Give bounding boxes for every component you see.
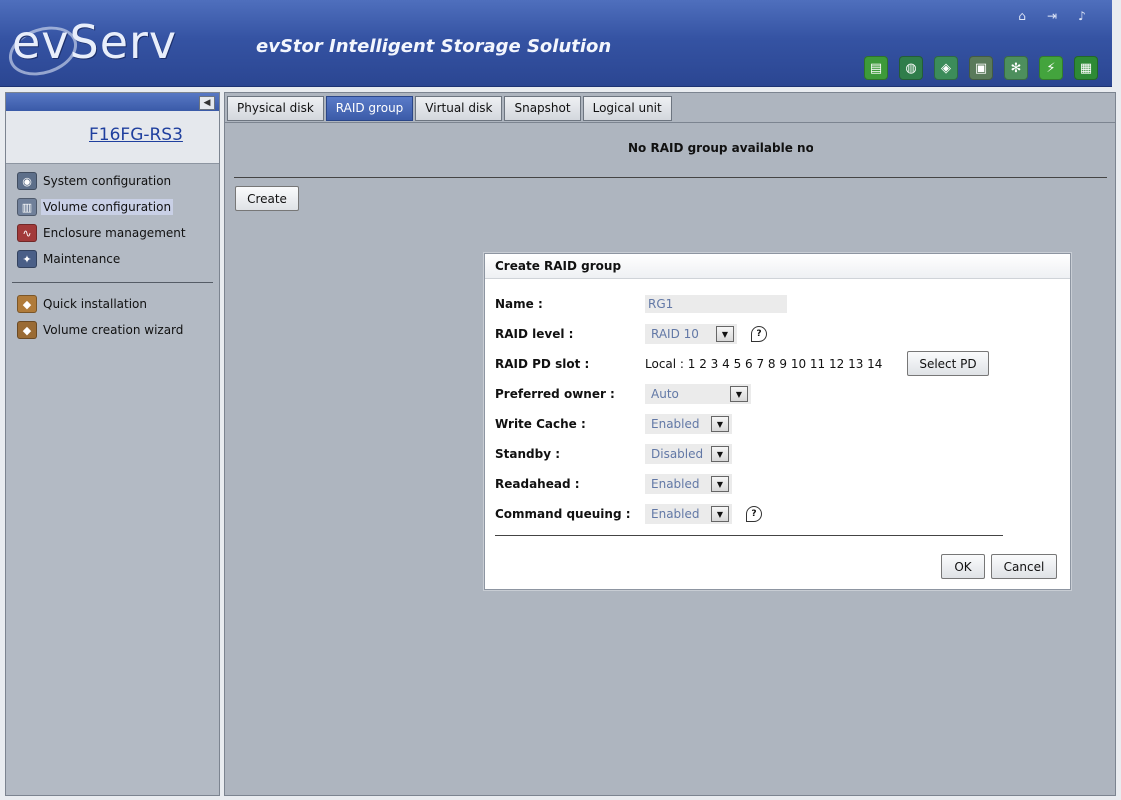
temperature-icon[interactable]: ◍ — [899, 56, 923, 80]
standby-select[interactable]: Disabled ▼ — [645, 444, 732, 464]
sidebar-item-volume-creation-wizard[interactable]: ◆ Volume creation wizard — [6, 317, 219, 343]
device-name-link[interactable]: F16FG-RS3 — [89, 125, 183, 145]
device-box: F16FG-RS3 — [6, 111, 219, 164]
write-cache-select[interactable]: Enabled ▼ — [645, 414, 732, 434]
power-icon[interactable]: ⚡ — [1039, 56, 1063, 80]
owner-value: Auto — [651, 387, 679, 401]
sidebar-item-label: System configuration — [43, 174, 172, 188]
fan-icon[interactable]: ✻ — [1004, 56, 1028, 80]
command-queuing-label: Command queuing : — [495, 507, 631, 521]
status-icon-bar: ▤ ◍ ◈ ▣ ✻ ⚡ ▦ — [864, 56, 1098, 80]
tab-raid-group[interactable]: RAID group — [325, 96, 414, 121]
raid-level-label: RAID level : — [495, 327, 574, 341]
sidebar-title-bar: ◀ — [6, 93, 219, 111]
dialog-divider — [495, 535, 1003, 536]
app-header: evServ evStor Intelligent Storage Soluti… — [0, 0, 1112, 87]
command-queuing-row: Command queuing : Enabled ▼ ? — [495, 503, 762, 525]
sidebar-item-quick-installation[interactable]: ◆ Quick installation — [6, 291, 219, 317]
sidebar: ◀ F16FG-RS3 ◉ System configuration ▥ Vol… — [5, 92, 220, 796]
empty-list-message: No RAID group available no — [628, 141, 813, 155]
readahead-row: Readahead : Enabled ▼ — [495, 473, 732, 495]
chevron-down-icon: ▼ — [711, 506, 729, 522]
raid-level-select[interactable]: RAID 10 ▼ — [645, 324, 737, 344]
raid-group-list: No RAID group available no — [225, 122, 1115, 179]
camera-icon: ◉ — [17, 172, 37, 190]
disk-icon[interactable]: ▣ — [969, 56, 993, 80]
wizard-icon: ◆ — [17, 321, 37, 339]
tab-snapshot[interactable]: Snapshot — [504, 96, 581, 121]
tab-logical-unit[interactable]: Logical unit — [582, 96, 672, 121]
sidebar-item-label: Quick installation — [43, 297, 148, 311]
cancel-button[interactable]: Cancel — [991, 554, 1057, 579]
dialog-title: Create RAID group — [485, 254, 1070, 279]
owner-label: Preferred owner : — [495, 387, 615, 401]
help-icon[interactable]: ? — [751, 326, 767, 342]
owner-row: Preferred owner : Auto ▼ — [495, 383, 751, 405]
home-icon[interactable]: ⌂ — [1014, 8, 1030, 24]
select-pd-button[interactable]: Select PD — [907, 351, 989, 376]
enclosure-icon: ∿ — [17, 224, 37, 242]
tab-virtual-disk[interactable]: Virtual disk — [415, 96, 503, 121]
sidebar-item-label: Volume creation wizard — [43, 323, 184, 337]
write-cache-row: Write Cache : Enabled ▼ — [495, 413, 732, 435]
sidebar-item-system-configuration[interactable]: ◉ System configuration — [6, 168, 219, 194]
chevron-down-icon: ▼ — [711, 476, 729, 492]
chevron-down-icon: ▼ — [716, 326, 734, 342]
pd-slot-row: RAID PD slot : Local : 1 2 3 4 5 6 7 8 9… — [495, 353, 882, 375]
raid-level-row: RAID level : RAID 10 ▼ ? — [495, 323, 767, 345]
pd-slot-value: Local : 1 2 3 4 5 6 7 8 9 10 11 12 13 14 — [645, 357, 883, 371]
sidebar-divider — [12, 282, 213, 283]
tab-bar: Physical disk RAID group Virtual disk Sn… — [227, 96, 672, 122]
name-input[interactable] — [645, 295, 787, 313]
chevron-down-icon: ▼ — [711, 416, 729, 432]
maintenance-icon: ✦ — [17, 250, 37, 268]
standby-value: Disabled — [651, 447, 704, 461]
chevron-down-icon: ▼ — [711, 446, 729, 462]
raid-level-value: RAID 10 — [651, 327, 699, 341]
command-queuing-value: Enabled — [651, 507, 700, 521]
ok-button[interactable]: OK — [941, 554, 985, 579]
sound-icon[interactable]: ♪ — [1074, 8, 1090, 24]
sidebar-item-label: Volume configuration — [41, 199, 174, 215]
sidebar-item-maintenance[interactable]: ✦ Maintenance — [6, 246, 219, 272]
module-icon[interactable]: ▦ — [1074, 56, 1098, 80]
readahead-label: Readahead : — [495, 477, 580, 491]
sidebar-item-volume-configuration[interactable]: ▥ Volume configuration — [6, 194, 219, 220]
sidebar-nav: ◉ System configuration ▥ Volume configur… — [6, 164, 219, 343]
readahead-value: Enabled — [651, 477, 700, 491]
product-tagline: evStor Intelligent Storage Solution — [256, 36, 612, 57]
volume-icon: ▥ — [17, 198, 37, 216]
standby-row: Standby : Disabled ▼ — [495, 443, 732, 465]
name-row: Name : — [495, 293, 787, 315]
create-button[interactable]: Create — [235, 186, 299, 211]
readahead-select[interactable]: Enabled ▼ — [645, 474, 732, 494]
content-divider — [234, 177, 1107, 178]
name-label: Name : — [495, 297, 543, 311]
top-icon-bar: ⌂ ⇥ ♪ — [1014, 8, 1090, 24]
sidebar-item-label: Maintenance — [43, 252, 121, 266]
owner-select[interactable]: Auto ▼ — [645, 384, 751, 404]
network-icon[interactable]: ◈ — [934, 56, 958, 80]
help-icon[interactable]: ? — [746, 506, 762, 522]
write-cache-label: Write Cache : — [495, 417, 586, 431]
storage-icon[interactable]: ▤ — [864, 56, 888, 80]
command-queuing-select[interactable]: Enabled ▼ — [645, 504, 732, 524]
sidebar-item-label: Enclosure management — [43, 226, 186, 240]
tab-physical-disk[interactable]: Physical disk — [227, 96, 324, 121]
brand-logo: evServ — [12, 15, 178, 69]
write-cache-value: Enabled — [651, 417, 700, 431]
create-raid-group-dialog: Create RAID group Name : RAID level : RA… — [484, 253, 1071, 590]
sidebar-item-enclosure-management[interactable]: ∿ Enclosure management — [6, 220, 219, 246]
standby-label: Standby : — [495, 447, 560, 461]
chevron-down-icon: ▼ — [730, 386, 748, 402]
collapse-sidebar-button[interactable]: ◀ — [199, 96, 215, 110]
logout-icon[interactable]: ⇥ — [1044, 8, 1060, 24]
quick-install-icon: ◆ — [17, 295, 37, 313]
pd-slot-label: RAID PD slot : — [495, 357, 590, 371]
